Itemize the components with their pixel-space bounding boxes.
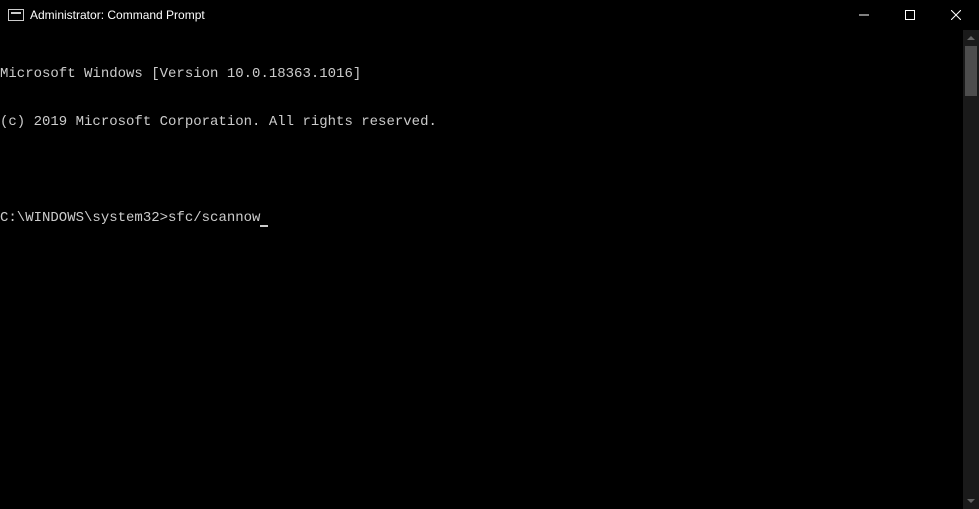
maximize-button[interactable] bbox=[887, 0, 933, 30]
copyright-line: (c) 2019 Microsoft Corporation. All righ… bbox=[0, 114, 979, 130]
minimize-button[interactable] bbox=[841, 0, 887, 30]
prompt-text: C:\WINDOWS\system32> bbox=[0, 210, 168, 226]
terminal-area[interactable]: Microsoft Windows [Version 10.0.18363.10… bbox=[0, 30, 979, 509]
scrollbar-up-arrow[interactable] bbox=[963, 30, 979, 46]
blank-line bbox=[0, 162, 979, 178]
scrollbar-thumb[interactable] bbox=[965, 46, 977, 96]
window-title: Administrator: Command Prompt bbox=[30, 8, 841, 22]
command-input[interactable]: sfc/scannow bbox=[168, 210, 260, 226]
prompt-line: C:\WINDOWS\system32>sfc/scannow bbox=[0, 210, 979, 226]
cursor bbox=[260, 225, 268, 227]
scrollbar-down-arrow[interactable] bbox=[963, 493, 979, 509]
window-controls bbox=[841, 0, 979, 30]
cmd-icon bbox=[8, 9, 24, 21]
vertical-scrollbar[interactable] bbox=[963, 30, 979, 509]
titlebar[interactable]: Administrator: Command Prompt bbox=[0, 0, 979, 30]
version-line: Microsoft Windows [Version 10.0.18363.10… bbox=[0, 66, 979, 82]
close-button[interactable] bbox=[933, 0, 979, 30]
